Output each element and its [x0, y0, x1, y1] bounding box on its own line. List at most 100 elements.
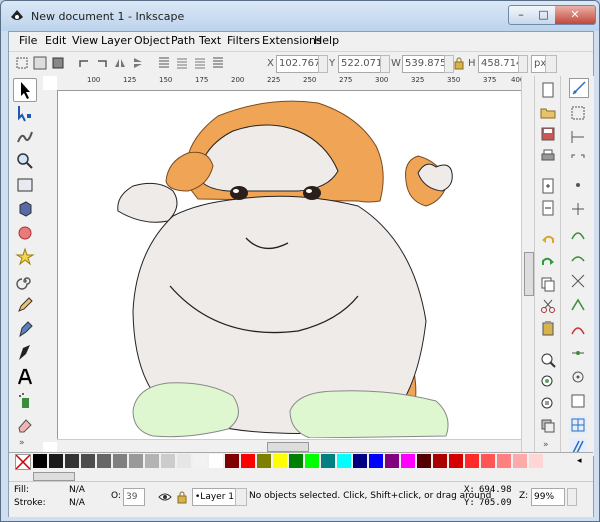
palette-swatch[interactable] — [513, 454, 527, 468]
3d-box-tool-icon[interactable] — [14, 198, 36, 220]
select-all-icon[interactable] — [15, 56, 29, 70]
palette-swatch[interactable] — [225, 454, 239, 468]
paste-icon[interactable] — [540, 320, 556, 336]
unit-dropdown-arrow[interactable] — [545, 55, 557, 73]
menu-filters[interactable]: Filters — [227, 34, 260, 47]
x-field[interactable]: 102.767 — [276, 55, 320, 73]
select-all-layers-icon[interactable] — [33, 56, 47, 70]
palette-swatch[interactable] — [417, 454, 431, 468]
lower-icon[interactable] — [193, 56, 207, 70]
palette-swatch[interactable] — [497, 454, 511, 468]
snap-bbox-midpoints-icon[interactable] — [569, 176, 587, 194]
zoom-selection-icon[interactable] — [540, 352, 556, 368]
rotate-cw-icon[interactable] — [95, 56, 109, 70]
palette-scrollbar[interactable] — [9, 471, 593, 481]
palette-swatch[interactable] — [129, 454, 143, 468]
vertical-scroll-thumb[interactable] — [524, 252, 534, 296]
no-paint-swatch-icon[interactable] — [15, 454, 31, 470]
open-icon[interactable] — [540, 104, 556, 120]
snap-center-icon[interactable] — [569, 200, 587, 218]
new-document-icon[interactable] — [540, 82, 556, 98]
snap-object-centers-icon[interactable] — [569, 368, 587, 386]
palette-swatch[interactable] — [385, 454, 399, 468]
export-icon[interactable] — [540, 200, 556, 216]
horizontal-scrollbar[interactable] — [57, 439, 521, 453]
ellipse-tool-icon[interactable] — [14, 222, 36, 244]
x-spinner[interactable] — [318, 55, 328, 73]
palette-swatch[interactable] — [33, 454, 47, 468]
zoom-tool-icon[interactable] — [14, 150, 36, 172]
star-tool-icon[interactable] — [14, 246, 36, 268]
palette-swatch[interactable] — [161, 454, 175, 468]
palette-swatch[interactable] — [81, 454, 95, 468]
menu-object[interactable]: Object — [134, 34, 170, 47]
zoom-spinner[interactable] — [567, 488, 577, 506]
y-field[interactable]: 522.071 — [338, 55, 382, 73]
node-tool-icon[interactable] — [14, 102, 36, 124]
palette-swatch[interactable] — [193, 454, 207, 468]
palette-swatch[interactable] — [49, 454, 63, 468]
copy-icon[interactable] — [540, 276, 556, 292]
pencil-tool-icon[interactable] — [14, 294, 36, 316]
menu-view[interactable]: View — [72, 34, 98, 47]
pen-tool-icon[interactable] — [14, 318, 36, 340]
palette-menu-icon[interactable]: ◂ — [577, 456, 582, 466]
eraser-tool-icon[interactable] — [14, 414, 36, 436]
palette-swatch[interactable] — [97, 454, 111, 468]
text-tool-icon[interactable] — [14, 366, 36, 388]
palette-swatch[interactable] — [65, 454, 79, 468]
layer-select[interactable]: •Layer 1 — [192, 488, 236, 506]
rectangle-tool-icon[interactable] — [14, 174, 36, 196]
menu-layer[interactable]: Layer — [101, 34, 132, 47]
palette-swatch[interactable] — [273, 454, 287, 468]
maximize-button[interactable]: □ — [532, 5, 556, 25]
y-spinner[interactable] — [380, 55, 390, 73]
snap-bbox-icon[interactable] — [569, 104, 587, 122]
opacity-field[interactable]: 39 — [123, 488, 145, 506]
height-spinner[interactable] — [518, 55, 528, 73]
snap-nodes-icon[interactable] — [569, 224, 587, 242]
import-icon[interactable] — [540, 178, 556, 194]
zoom-page-icon[interactable] — [540, 396, 556, 412]
menu-edit[interactable]: Edit — [45, 34, 66, 47]
palette-swatch[interactable] — [257, 454, 271, 468]
selector-tool-icon[interactable] — [13, 78, 37, 102]
palette-swatch[interactable] — [289, 454, 303, 468]
palette-scroll-thumb[interactable] — [33, 472, 75, 481]
horizontal-scroll-thumb[interactable] — [267, 442, 309, 452]
menu-help[interactable]: Help — [314, 34, 339, 47]
save-icon[interactable] — [540, 126, 556, 142]
palette-swatch[interactable] — [401, 454, 415, 468]
snap-page-border-icon[interactable] — [569, 392, 587, 410]
palette-swatch[interactable] — [433, 454, 447, 468]
layer-lock-icon[interactable] — [175, 490, 189, 504]
zoom-field[interactable]: 99% — [531, 488, 565, 506]
menu-text[interactable]: Text — [199, 34, 221, 47]
rotate-ccw-icon[interactable] — [77, 56, 91, 70]
palette-swatch[interactable] — [145, 454, 159, 468]
deselect-icon[interactable] — [51, 56, 65, 70]
palette-swatch[interactable] — [481, 454, 495, 468]
toolbox-overflow-icon[interactable]: » — [19, 438, 25, 448]
snap-grids-icon[interactable] — [569, 416, 587, 434]
snap-bbox-edges-icon[interactable] — [569, 128, 587, 146]
snap-toggle-icon[interactable] — [569, 78, 589, 98]
palette-swatch[interactable] — [369, 454, 383, 468]
lock-icon[interactable] — [452, 56, 466, 70]
palette-swatch[interactable] — [241, 454, 255, 468]
flip-horizontal-icon[interactable] — [113, 56, 127, 70]
snap-midpoints-icon[interactable] — [569, 344, 587, 362]
snap-intersections-icon[interactable] — [569, 272, 587, 290]
commands-overflow-icon[interactable]: » — [543, 440, 549, 450]
palette-swatch[interactable] — [353, 454, 367, 468]
redo-icon[interactable] — [540, 254, 556, 270]
width-field[interactable]: 539.875 — [402, 55, 446, 73]
minimize-button[interactable]: – — [508, 5, 534, 25]
raise-to-top-icon[interactable] — [157, 56, 171, 70]
close-button[interactable]: ✕ — [555, 5, 596, 25]
palette-swatch[interactable] — [529, 454, 543, 468]
menu-file[interactable]: File — [19, 34, 37, 47]
undo-icon[interactable] — [540, 232, 556, 248]
flip-vertical-icon[interactable] — [131, 56, 145, 70]
zoom-drawing-icon[interactable] — [540, 374, 556, 390]
